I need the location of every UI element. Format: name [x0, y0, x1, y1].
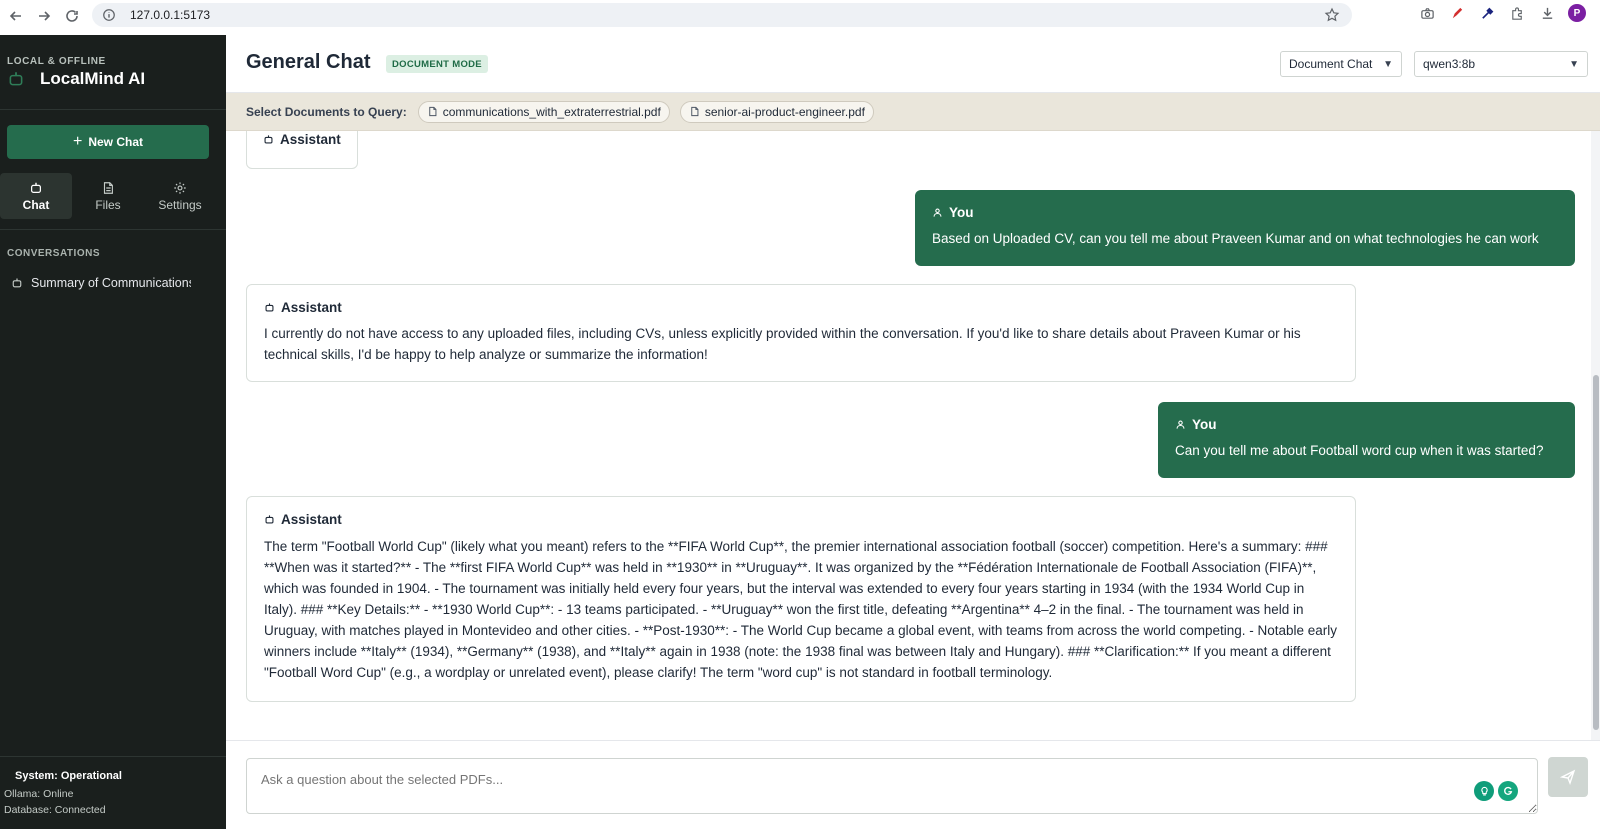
profile-avatar[interactable]: P — [1568, 4, 1586, 22]
back-icon[interactable] — [4, 4, 28, 28]
message-text: Based on Uploaded CV, can you tell me ab… — [932, 231, 1539, 246]
file-icon — [428, 106, 437, 117]
tab-files[interactable]: Files — [72, 173, 144, 219]
assistant-message: Assistant I currently do not have access… — [246, 284, 1356, 382]
download-icon[interactable] — [1538, 4, 1556, 22]
role-label: You — [949, 205, 974, 220]
tab-chat[interactable]: Chat — [0, 173, 72, 219]
user-message: You Can you tell me about Football word … — [1158, 402, 1575, 478]
document-name: senior-ai-product-engineer.pdf — [704, 104, 865, 119]
new-chat-label: New Chat — [88, 135, 144, 149]
conversations-heading: CONVERSATIONS — [7, 248, 100, 259]
assistant-message: Assistant — [246, 131, 358, 169]
file-icon — [691, 106, 699, 117]
sidebar: LOCAL & OFFLINE LocalMind AI + New Chat … — [0, 35, 226, 829]
scrollbar-thumb[interactable] — [1593, 375, 1599, 730]
chat-mode-value: Document Chat — [1289, 57, 1373, 71]
message-role: Assistant — [264, 512, 1338, 527]
bot-icon — [9, 72, 23, 86]
send-button[interactable] — [1548, 757, 1588, 797]
message-text: The term "Football World Cup" (likely wh… — [264, 539, 1338, 680]
document-chip[interactable]: communications_with_extraterrestrial.pdf — [417, 100, 670, 123]
message-role: You — [932, 205, 1558, 220]
gear-icon — [174, 181, 186, 194]
message-list[interactable]: Assistant You Based on Uploaded CV, can … — [226, 131, 1600, 740]
bot-icon — [12, 278, 22, 288]
sidebar-tabs: Chat Files Settings — [0, 173, 226, 219]
lightbulb-icon[interactable] — [1474, 781, 1494, 801]
message-text: Can you tell me about Football word cup … — [1175, 443, 1544, 458]
new-chat-button[interactable]: + New Chat — [7, 125, 209, 159]
chevron-down-icon: ▼ — [1569, 58, 1579, 70]
brand-title: LocalMind AI — [40, 69, 146, 88]
reload-icon[interactable] — [60, 4, 84, 28]
document-chip[interactable]: senior-ai-product-engineer.pdf — [679, 100, 874, 123]
writing-assistant-icons — [1474, 781, 1518, 801]
camera-icon[interactable] — [1418, 4, 1436, 22]
role-label: Assistant — [281, 512, 342, 527]
conversation-title: Summary of Communications — [31, 276, 191, 290]
url-text: 127.0.0.1:5173 — [130, 8, 211, 22]
tab-label: Files — [95, 197, 121, 212]
message-role: Assistant — [263, 132, 341, 147]
document-selector-bar: Select Documents to Query: communication… — [226, 93, 1600, 131]
grammarly-icon[interactable] — [1498, 781, 1518, 801]
document-name: communications_with_extraterrestrial.pdf — [442, 104, 661, 119]
divider — [0, 109, 226, 110]
user-icon — [1176, 420, 1185, 429]
bookmark-star-icon[interactable] — [1324, 7, 1340, 23]
extensions-puzzle-icon[interactable] — [1508, 4, 1526, 22]
send-icon — [1560, 769, 1576, 785]
chat-header: General Chat DOCUMENT MODE Document Chat… — [226, 35, 1600, 93]
bot-icon — [265, 515, 274, 524]
message-text: I currently do not have access to any up… — [264, 326, 1301, 362]
model-select[interactable]: qwen3:8b ▼ — [1414, 51, 1588, 77]
assistant-message: Assistant The term "Football World Cup" … — [246, 496, 1356, 702]
document-selector-label: Select Documents to Query: — [246, 104, 407, 119]
site-info-icon[interactable] — [102, 8, 116, 22]
role-label: You — [1192, 417, 1217, 432]
browser-toolbar: 127.0.0.1:5173 P — [0, 0, 1600, 32]
tab-label: Chat — [22, 197, 50, 212]
model-value: qwen3:8b — [1423, 57, 1476, 71]
chat-mode-select[interactable]: Document Chat ▼ — [1280, 51, 1402, 77]
brand-subtitle: LOCAL & OFFLINE — [7, 56, 106, 67]
system-status: System: Operational — [15, 770, 122, 782]
user-message: You Based on Uploaded CV, can you tell m… — [915, 190, 1575, 266]
extensions-group: P — [1418, 4, 1586, 22]
pen-extension-icon[interactable] — [1448, 4, 1466, 22]
forward-icon[interactable] — [32, 4, 56, 28]
page-title: General Chat — [246, 51, 371, 73]
chat-input[interactable] — [246, 758, 1538, 814]
database-status: Database: Connected — [4, 804, 106, 816]
ollama-status: Ollama: Online — [4, 788, 74, 800]
role-label: Assistant — [280, 132, 341, 147]
chevron-down-icon: ▼ — [1383, 58, 1393, 70]
bot-icon — [264, 135, 273, 144]
message-role: Assistant — [264, 300, 1338, 315]
file-icon — [103, 181, 113, 194]
bot-icon — [265, 303, 274, 312]
user-icon — [933, 208, 942, 217]
tab-label: Settings — [158, 197, 202, 212]
eyedropper-icon[interactable] — [1478, 4, 1496, 22]
mode-badge: DOCUMENT MODE — [386, 55, 488, 73]
role-label: Assistant — [281, 300, 342, 315]
divider — [0, 229, 226, 230]
message-role: You — [1175, 417, 1558, 432]
composer — [226, 740, 1600, 829]
bot-icon — [31, 182, 41, 193]
address-bar[interactable]: 127.0.0.1:5173 — [92, 3, 1352, 27]
divider — [0, 756, 226, 757]
tab-settings[interactable]: Settings — [144, 173, 216, 219]
plus-icon: + — [72, 133, 83, 150]
conversation-item[interactable]: Summary of Communications — [11, 276, 191, 290]
